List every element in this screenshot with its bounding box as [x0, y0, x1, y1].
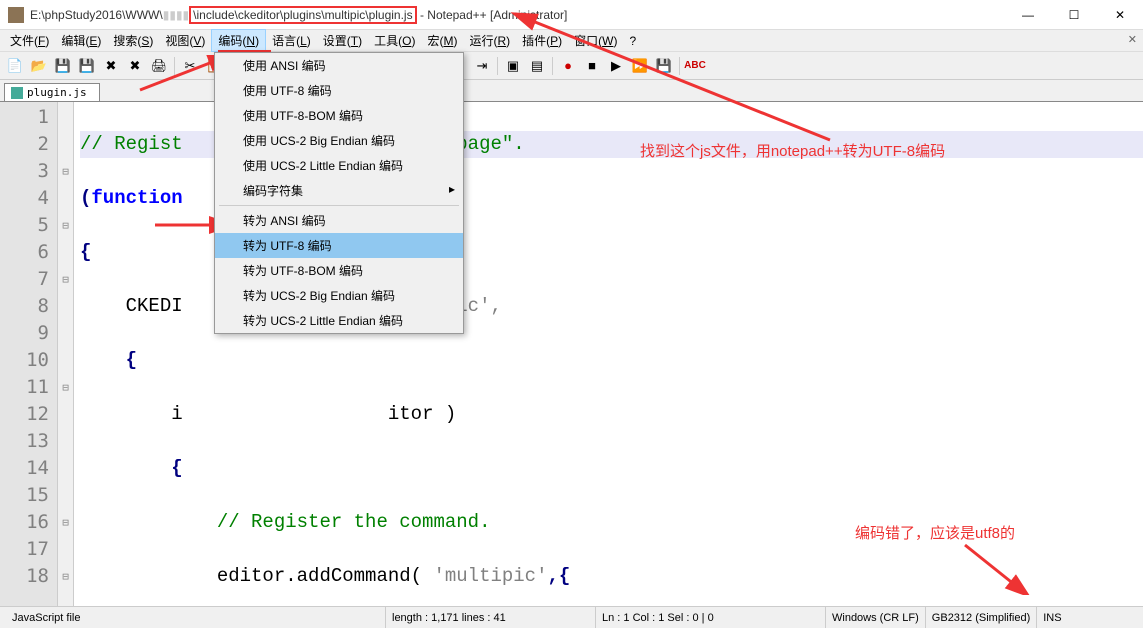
toolbar: 📄 📂 💾 💾 ✖ ✖ 🖨 ✂ 📋 📋 ↶ ↷ 🔍 🔄 🔍 🔍 ↩ ¶ ⇥ ▣ …	[0, 52, 1143, 80]
status-ins: INS	[1037, 607, 1067, 628]
dd-convert-ansi[interactable]: 转为 ANSI 编码	[215, 208, 463, 233]
dd-use-utf8-bom[interactable]: 使用 UTF-8-BOM 编码	[215, 103, 463, 128]
menu-window[interactable]: 窗口(W)	[568, 30, 623, 51]
menubar-close-icon[interactable]: ✕	[1128, 33, 1137, 46]
dd-convert-utf8-bom[interactable]: 转为 UTF-8-BOM 编码	[215, 258, 463, 283]
close-button[interactable]: ✕	[1097, 0, 1143, 30]
tab-plugin-js[interactable]: plugin.js	[4, 83, 100, 101]
dd-convert-ucs2-le[interactable]: 转为 UCS-2 Little Endian 编码	[215, 308, 463, 333]
statusbar: JavaScript file length : 1,171 lines : 4…	[0, 606, 1143, 628]
menu-tools[interactable]: 工具(O)	[368, 30, 421, 51]
dd-convert-utf8[interactable]: 转为 UTF-8 编码	[215, 233, 463, 258]
spellcheck-icon[interactable]: ABC	[684, 55, 706, 77]
play-multi-icon[interactable]: ⏩	[629, 55, 651, 77]
menu-plugins[interactable]: 插件(P)	[516, 30, 568, 51]
tab-label: plugin.js	[27, 86, 87, 99]
save-macro-icon[interactable]: 💾	[653, 55, 675, 77]
print-icon[interactable]: 🖨	[148, 55, 170, 77]
status-length: length : 1,171 lines : 41	[386, 607, 596, 628]
annotation-text-1: 找到这个js文件，用notepad++转为UTF-8编码	[640, 140, 945, 161]
line-numbers: 123456789101112131415161718	[0, 102, 58, 606]
encoding-dropdown: 使用 ANSI 编码 使用 UTF-8 编码 使用 UTF-8-BOM 编码 使…	[214, 52, 464, 334]
dd-charset[interactable]: 编码字符集▸	[215, 178, 463, 203]
dd-convert-ucs2-be[interactable]: 转为 UCS-2 Big Endian 编码	[215, 283, 463, 308]
new-icon[interactable]: 📄	[4, 55, 26, 77]
app-icon	[8, 7, 24, 23]
dd-use-ucs2-be[interactable]: 使用 UCS-2 Big Endian 编码	[215, 128, 463, 153]
fold-column[interactable]: ⊟⊟⊟⊟⊟⊟	[58, 102, 74, 606]
dd-use-utf8[interactable]: 使用 UTF-8 编码	[215, 78, 463, 103]
save-icon[interactable]: 💾	[52, 55, 74, 77]
menubar: 文件(F) 编辑(E) 搜索(S) 视图(V) 编码(N) 语言(L) 设置(T…	[0, 30, 1143, 52]
menu-help[interactable]: ?	[623, 32, 642, 50]
record-icon[interactable]: ●	[557, 55, 579, 77]
status-position: Ln : 1 Col : 1 Sel : 0 | 0	[596, 607, 826, 628]
close-icon[interactable]: ✖	[100, 55, 122, 77]
maximize-button[interactable]: ☐	[1051, 0, 1097, 30]
menu-macro[interactable]: 宏(M)	[421, 30, 463, 51]
stop-icon[interactable]: ■	[581, 55, 603, 77]
close-all-icon[interactable]: ✖	[124, 55, 146, 77]
tabbar: plugin.js	[0, 80, 1143, 102]
menu-language[interactable]: 语言(L)	[266, 30, 317, 51]
titlebar-path: E:\phpStudy2016\WWW\▮▮▮▮\include\ckedito…	[30, 8, 567, 22]
minimize-button[interactable]: —	[1005, 0, 1051, 30]
annotation-text-2: 编码错了，应该是utf8的	[855, 522, 1015, 543]
menu-file[interactable]: 文件(F)	[4, 30, 55, 51]
unfold-icon[interactable]: ▤	[526, 55, 548, 77]
save-all-icon[interactable]: 💾	[76, 55, 98, 77]
menu-edit[interactable]: 编辑(E)	[55, 30, 107, 51]
titlebar: E:\phpStudy2016\WWW\▮▮▮▮\include\ckedito…	[0, 0, 1143, 30]
status-eol: Windows (CR LF)	[826, 607, 926, 628]
submenu-arrow-icon: ▸	[449, 182, 455, 196]
menu-encoding[interactable]: 编码(N)	[211, 29, 266, 52]
open-icon[interactable]: 📂	[28, 55, 50, 77]
indent-icon[interactable]: ⇥	[471, 55, 493, 77]
status-encoding: GB2312 (Simplified)	[926, 607, 1037, 628]
dd-use-ucs2-le[interactable]: 使用 UCS-2 Little Endian 编码	[215, 153, 463, 178]
status-lang: JavaScript file	[6, 607, 386, 628]
cut-icon[interactable]: ✂	[179, 55, 201, 77]
menu-search[interactable]: 搜索(S)	[107, 30, 159, 51]
file-icon	[11, 87, 23, 99]
play-icon[interactable]: ▶	[605, 55, 627, 77]
menu-settings[interactable]: 设置(T)	[317, 30, 368, 51]
dd-use-ansi[interactable]: 使用 ANSI 编码	[215, 53, 463, 78]
menu-view[interactable]: 视图(V)	[159, 30, 211, 51]
menu-run[interactable]: 运行(R)	[463, 30, 516, 51]
fold-icon[interactable]: ▣	[502, 55, 524, 77]
